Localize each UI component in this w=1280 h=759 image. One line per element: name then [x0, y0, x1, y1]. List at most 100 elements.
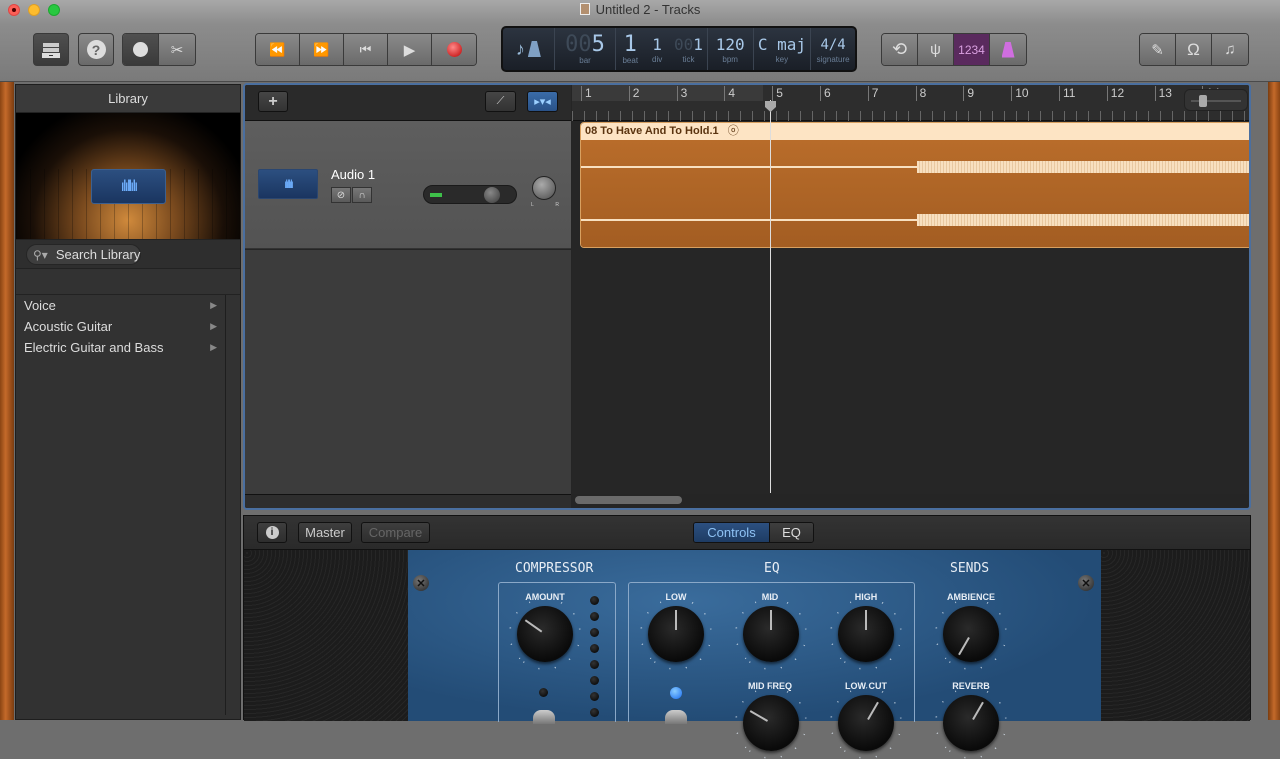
mute-button[interactable]: ⊘ [331, 187, 351, 203]
library-search: ⚲▾ Search Library [16, 239, 240, 269]
search-input[interactable]: ⚲▾ Search Library [26, 244, 142, 265]
audio-region[interactable]: 08 To Have And To Hold.1 ⓞ [580, 122, 1249, 248]
search-placeholder: Search Library [55, 247, 141, 262]
ruler-bar-label: 1 [581, 86, 592, 101]
loop-icon: Ω [1187, 39, 1200, 59]
timeline-ruler[interactable]: 1234567891011121314 [572, 85, 1249, 121]
loops-button[interactable]: Ω [1176, 34, 1212, 65]
smart-controls-panel: i Master Compare Controls EQ ✕ ✕ COMPRES… [243, 515, 1251, 751]
lcd-display[interactable]: ♪ 005 bar 1 beat 1 div 001 tick 120 bpm … [501, 26, 857, 72]
smart-controls-header: i Master Compare Controls EQ [244, 516, 1250, 550]
library-item-acoustic-guitar[interactable]: Acoustic Guitar ▶ [16, 316, 225, 337]
tick-dim: 00 [673, 34, 694, 54]
controls-eq-tabs: Controls EQ [693, 522, 814, 543]
library-item-label: Electric Guitar and Bass [24, 340, 164, 355]
automation-icon: ⟋ [496, 95, 505, 107]
forward-icon: ⏩ [313, 41, 330, 57]
flex-button[interactable]: ▸▾◂ [527, 91, 558, 112]
smart-controls-button[interactable] [123, 34, 159, 65]
pan-left-label: L [531, 202, 534, 208]
library-button[interactable] [33, 33, 69, 66]
headphones-icon: ∩ [358, 189, 366, 201]
editors-button[interactable]: ✂ [159, 34, 195, 65]
waveform-icon: ılıllılı [91, 169, 166, 204]
low-cut-knob[interactable] [838, 695, 894, 751]
eq-toggle[interactable] [665, 710, 687, 724]
lcd-signature[interactable]: 4/4 signature [811, 28, 855, 70]
library-item-label: Voice [24, 298, 56, 313]
ruler-bar-label: 2 [628, 86, 639, 101]
volume-slider[interactable] [423, 185, 517, 204]
solo-button[interactable]: ∩ [352, 187, 372, 203]
mid-freq-knob[interactable] [743, 695, 799, 751]
master-button[interactable]: Master [298, 522, 352, 543]
leather-right [1101, 550, 1250, 721]
region-header: 08 To Have And To Hold.1 ⓞ [581, 123, 1249, 140]
tuner-button[interactable]: ψ [918, 34, 954, 65]
zoom-slider[interactable] [1184, 89, 1248, 111]
ruler-bar-label: 7 [867, 86, 878, 101]
tick-value: 1 [693, 34, 703, 54]
automation-button[interactable]: ⟋ [485, 91, 516, 112]
compressor-toggle[interactable] [533, 710, 555, 724]
ambience-knob[interactable] [943, 606, 999, 662]
arrange-area[interactable]: 08 To Have And To Hold.1 ⓞ [572, 121, 1249, 494]
ruler-bar-label: 10 [1011, 86, 1029, 101]
tab-controls[interactable]: Controls [694, 523, 769, 542]
play-button[interactable]: ▶ [388, 34, 432, 65]
screw-icon: ✕ [413, 575, 429, 591]
tick-label: tick [682, 54, 695, 64]
cycle-icon: ⟲ [891, 39, 908, 59]
ruler-ticks [572, 111, 1249, 121]
playhead[interactable] [770, 100, 771, 493]
lcd-tempo[interactable]: 120 bpm [708, 28, 754, 70]
cycle-button[interactable]: ⟲ [882, 34, 918, 65]
track-row[interactable]: ılıllılı Audio 1 ⊘ ∩ LR [245, 121, 571, 249]
beat-label: beat [622, 55, 639, 65]
waveform-right-quiet [581, 219, 919, 221]
reverb-knob[interactable] [943, 695, 999, 751]
gain-reduction-led [590, 676, 599, 685]
beat-value: 1 [623, 31, 637, 57]
go-to-start-button[interactable]: ⏮ [344, 34, 388, 65]
metronome-button[interactable] [990, 34, 1026, 65]
horizontal-scrollbar[interactable] [575, 496, 682, 504]
library-item-electric-guitar-bass[interactable]: Electric Guitar and Bass ▶ [16, 337, 225, 358]
bar-dim: 00 [565, 31, 592, 57]
lcd-key[interactable]: C maj key [754, 28, 812, 70]
ruler-bar-label: 11 [1059, 86, 1075, 101]
tracks-area: + ⟋ ▸▾◂ ılıllılı Audio 1 ⊘ ∩ LR 12345678… [243, 83, 1251, 510]
gain-reduction-led [590, 692, 599, 701]
bpm-value: 120 [715, 34, 745, 54]
low-knob[interactable] [648, 606, 704, 662]
note-pad-button[interactable]: ✎ [1140, 34, 1176, 65]
lcd-div: 1 div [644, 28, 670, 70]
tab-eq[interactable]: EQ [769, 523, 813, 542]
lcd-mode-cell[interactable]: ♪ [503, 28, 555, 70]
amount-knob[interactable] [517, 606, 573, 662]
gain-reduction-led [590, 596, 599, 605]
pan-labels: LR [531, 202, 559, 208]
record-button[interactable] [432, 34, 476, 65]
forward-button[interactable]: ⏩ [300, 34, 344, 65]
compare-button[interactable]: Compare [361, 522, 430, 543]
zoom-thumb[interactable] [1199, 95, 1207, 107]
note-pad-icon: ✎ [1151, 41, 1164, 59]
volume-thumb[interactable] [483, 187, 500, 203]
count-in-button[interactable]: 1234 [954, 34, 990, 65]
track-name[interactable]: Audio 1 [331, 167, 375, 182]
mid-knob[interactable] [743, 606, 799, 662]
ruler-bar-label: 6 [820, 86, 831, 101]
flex-icon: ▸▾◂ [534, 96, 551, 108]
help-button[interactable]: ? [78, 33, 114, 66]
go-to-start-icon: ⏮ [359, 41, 372, 57]
bar-value: 5 [591, 31, 605, 57]
library-item-voice[interactable]: Voice ▶ [16, 295, 225, 316]
add-track-button[interactable]: + [258, 91, 288, 112]
high-knob[interactable] [838, 606, 894, 662]
media-browser-button[interactable]: ♫ [1212, 34, 1248, 65]
rewind-button[interactable]: ⏪ [256, 34, 300, 65]
info-button[interactable]: i [257, 522, 287, 543]
track-header-bar: + ⟋ ▸▾◂ [245, 85, 571, 121]
pan-knob[interactable] [532, 176, 556, 200]
